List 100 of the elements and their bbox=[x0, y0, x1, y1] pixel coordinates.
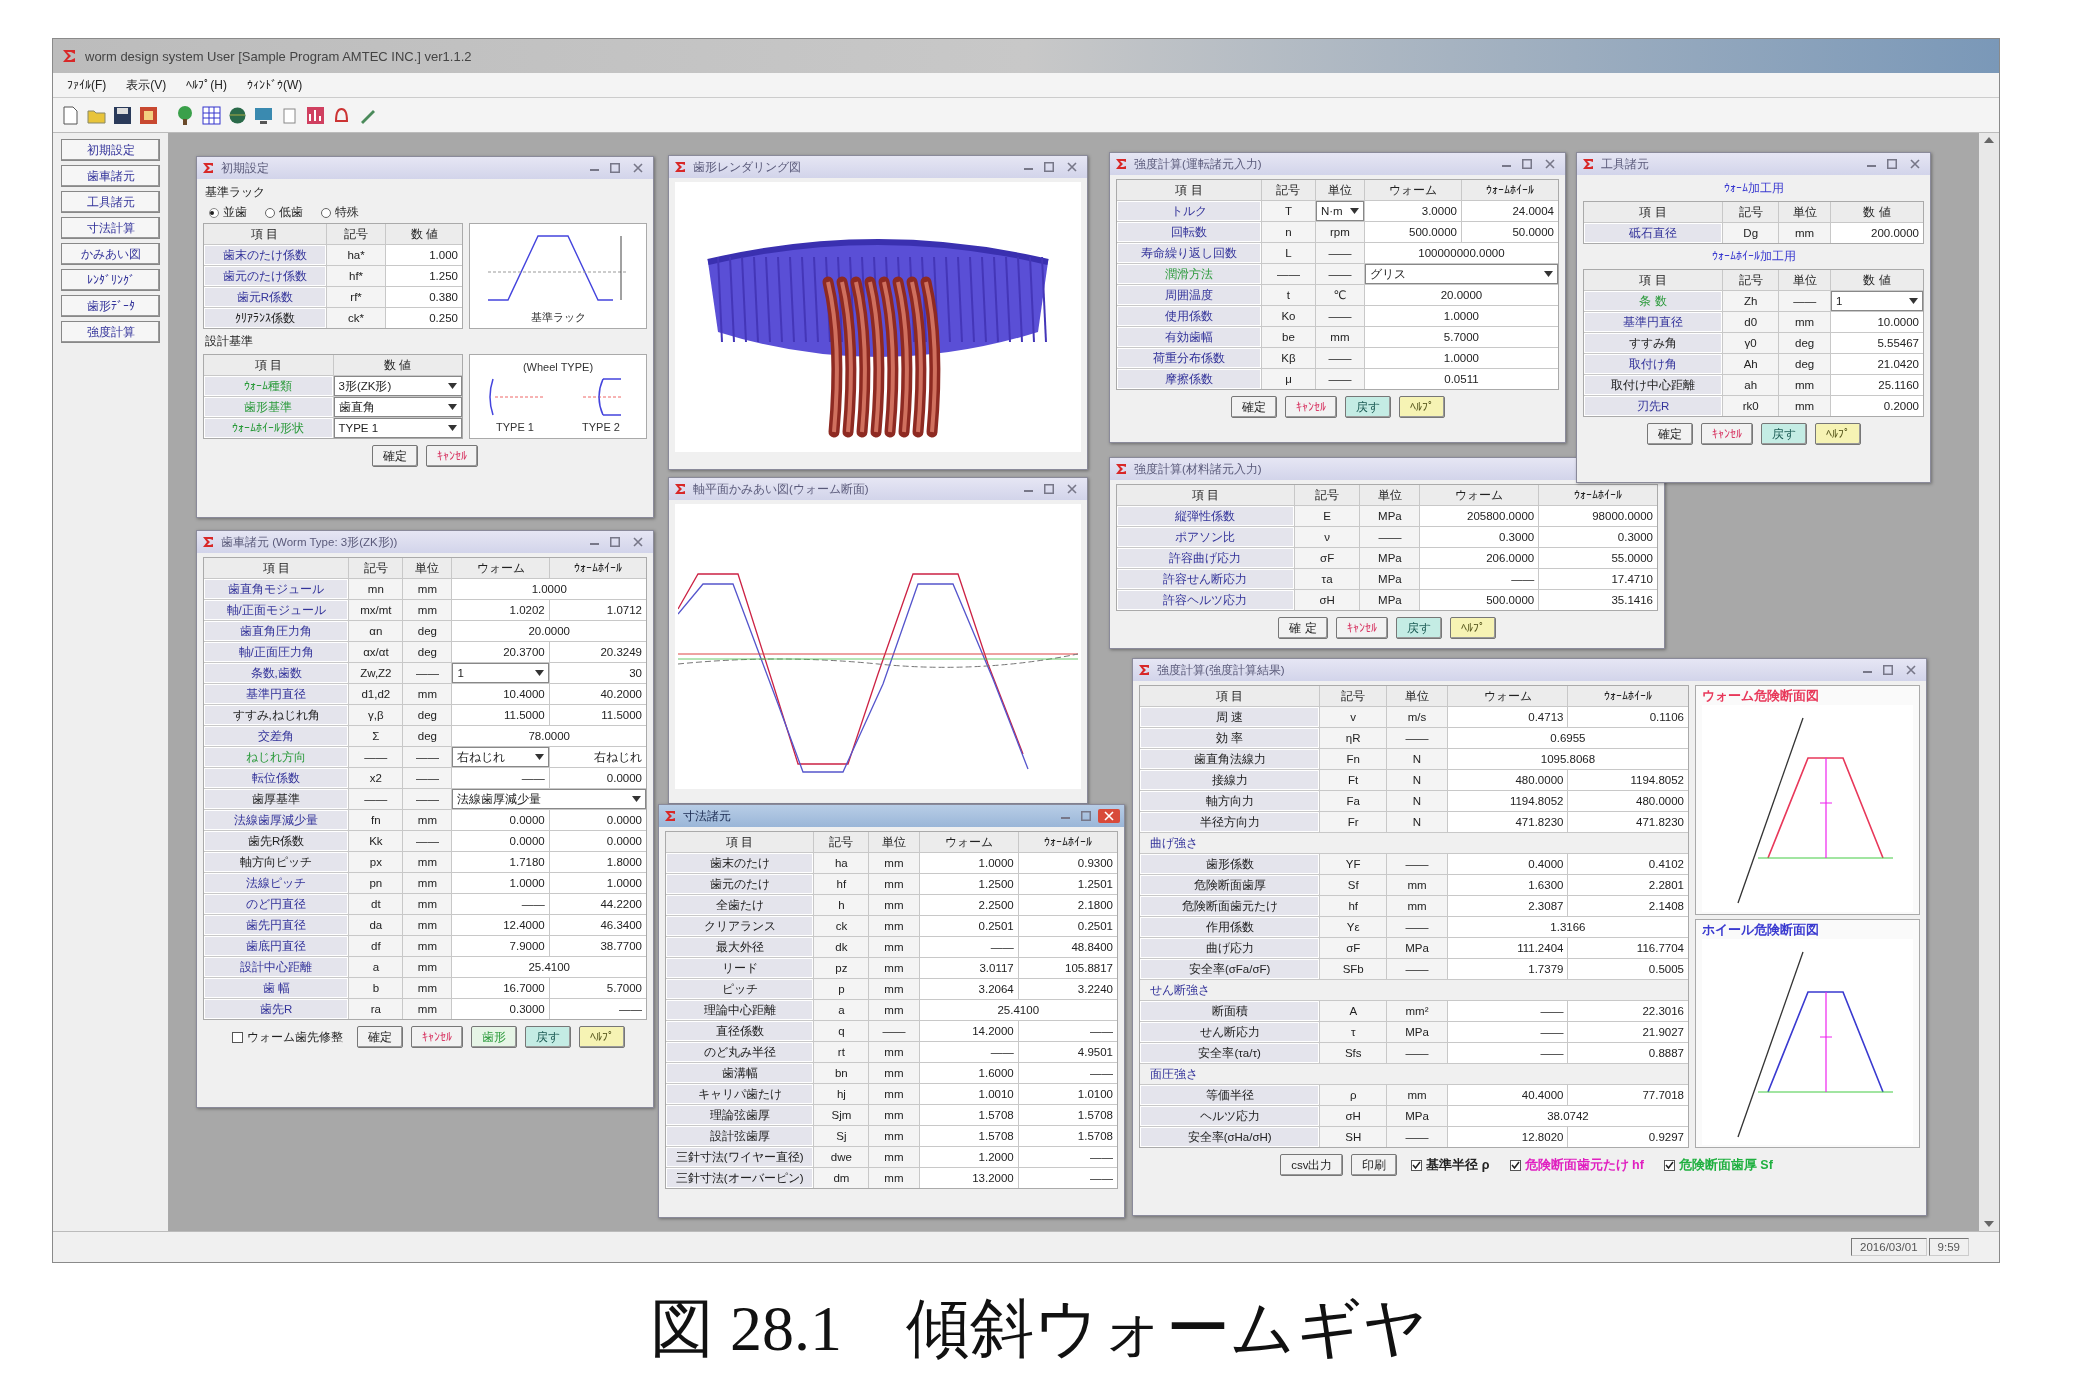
command-button[interactable]: ﾍﾙﾌﾟ bbox=[1814, 423, 1861, 445]
input-field[interactable]: 500.0000 bbox=[1364, 222, 1461, 242]
sidebar-button[interactable]: 初期設定 bbox=[61, 139, 160, 161]
input-field[interactable]: 1.0000 bbox=[452, 873, 549, 893]
command-button[interactable]: 印刷 bbox=[1351, 1154, 1398, 1176]
input-field[interactable]: —— bbox=[1420, 569, 1539, 589]
command-button[interactable]: ｷｬﾝｾﾙ bbox=[1335, 617, 1388, 639]
dropdown[interactable]: 歯直角 bbox=[333, 397, 462, 417]
command-button[interactable]: 戻す bbox=[524, 1026, 571, 1048]
dropdown[interactable]: グリス bbox=[1364, 264, 1558, 284]
dropdown[interactable]: 1 bbox=[1830, 291, 1923, 311]
command-button[interactable]: ｷｬﾝｾﾙ bbox=[1284, 396, 1337, 418]
sidebar-button[interactable]: 歯形ﾃﾞｰﾀ bbox=[61, 295, 160, 317]
input-field[interactable]: 0.380 bbox=[386, 287, 462, 307]
input-field[interactable]: 5.7000 bbox=[1364, 327, 1558, 347]
input-field[interactable]: 1.0202 bbox=[452, 600, 549, 620]
input-field[interactable]: 10.4000 bbox=[452, 684, 549, 704]
grid-icon[interactable] bbox=[200, 103, 223, 127]
input-field[interactable]: 55.0000 bbox=[1539, 548, 1657, 568]
input-field[interactable]: 0.0000 bbox=[452, 810, 549, 830]
input-field[interactable]: 98000.0000 bbox=[1539, 506, 1657, 526]
command-button[interactable]: 戻す bbox=[1395, 617, 1442, 639]
dropdown[interactable]: 3形(ZK形) bbox=[333, 376, 462, 396]
command-button[interactable]: ﾍﾙﾌﾟ bbox=[1449, 617, 1496, 639]
sidebar-button[interactable]: 強度計算 bbox=[61, 321, 160, 343]
radio-option[interactable]: 並歯 bbox=[209, 205, 247, 220]
command-button[interactable]: ﾍﾙﾌﾟ bbox=[578, 1026, 625, 1048]
command-button[interactable]: 戻す bbox=[1760, 423, 1807, 445]
input-field[interactable]: 12.4000 bbox=[452, 915, 549, 935]
input-field[interactable]: 20.0000 bbox=[452, 621, 646, 641]
input-field[interactable]: 46.3400 bbox=[549, 915, 646, 935]
command-button[interactable]: ｷｬﾝｾﾙ bbox=[426, 445, 478, 467]
command-button[interactable]: 確定 bbox=[1646, 423, 1693, 445]
command-button[interactable]: 確 定 bbox=[1278, 617, 1328, 639]
dropdown[interactable]: 法線歯厚減少量 bbox=[452, 789, 646, 809]
input-field[interactable]: 20.3249 bbox=[549, 642, 646, 662]
sidebar-button[interactable]: 寸法計算 bbox=[61, 217, 160, 239]
input-field[interactable]: 0.2000 bbox=[1830, 396, 1923, 416]
dropdown[interactable]: 右ねじれ bbox=[452, 747, 549, 767]
input-field[interactable]: 10.0000 bbox=[1830, 312, 1923, 332]
input-field[interactable]: 200.0000 bbox=[1830, 223, 1923, 243]
radio-option[interactable]: 特殊 bbox=[321, 205, 359, 220]
sidebar-button[interactable]: ﾚﾝﾀﾞﾘﾝｸﾞ bbox=[61, 269, 160, 291]
checkbox[interactable]: 基準半径 ρ bbox=[1411, 1156, 1490, 1174]
command-button[interactable]: 確定 bbox=[1230, 396, 1277, 418]
input-field[interactable]: —— bbox=[452, 894, 549, 914]
sidebar-button[interactable]: 工具諸元 bbox=[61, 191, 160, 213]
input-field[interactable]: 0.3000 bbox=[1420, 527, 1539, 547]
input-field[interactable]: 1.0712 bbox=[549, 600, 646, 620]
input-field[interactable]: 78.0000 bbox=[452, 726, 646, 746]
menu-item[interactable]: ｳｨﾝﾄﾞｳ(W) bbox=[239, 76, 311, 94]
input-field[interactable]: 0.0000 bbox=[549, 810, 646, 830]
menu-item[interactable]: 表示(V) bbox=[118, 74, 175, 96]
input-field[interactable]: 1.0000 bbox=[549, 873, 646, 893]
command-button[interactable]: ﾍﾙﾌﾟ bbox=[1398, 396, 1445, 418]
input-field[interactable]: —— bbox=[452, 768, 549, 788]
input-field[interactable]: 17.4710 bbox=[1539, 569, 1657, 589]
input-field[interactable]: —— bbox=[549, 999, 646, 1019]
menu-item[interactable]: ﾍﾙﾌﾟ(H) bbox=[178, 76, 235, 94]
checkbox[interactable]: 危険断面歯元たけ hf bbox=[1509, 1156, 1644, 1174]
input-field[interactable]: 1.000 bbox=[386, 245, 462, 265]
input-field[interactable]: 25.4100 bbox=[452, 957, 646, 977]
input-field[interactable]: 20.3700 bbox=[452, 642, 549, 662]
input-field[interactable]: 205800.0000 bbox=[1420, 506, 1539, 526]
menu-item[interactable]: ﾌｧｲﾙ(F) bbox=[59, 76, 115, 94]
input-field[interactable]: 1.250 bbox=[386, 266, 462, 286]
input-field[interactable]: 0.3000 bbox=[452, 999, 549, 1019]
input-field[interactable]: 21.0420 bbox=[1830, 354, 1923, 374]
dropdown[interactable]: TYPE 1 bbox=[333, 418, 462, 438]
input-field[interactable]: 1.0000 bbox=[1364, 306, 1558, 326]
dropdown[interactable]: N·m bbox=[1315, 201, 1364, 221]
input-field[interactable]: 0.0000 bbox=[549, 768, 646, 788]
input-field[interactable]: 5.7000 bbox=[549, 978, 646, 998]
command-button[interactable]: csv出力 bbox=[1280, 1154, 1344, 1176]
sidebar-button[interactable]: かみあい図 bbox=[61, 243, 160, 265]
input-field[interactable]: 500.0000 bbox=[1420, 590, 1539, 610]
input-field[interactable]: 30 bbox=[549, 663, 646, 683]
input-field[interactable]: 3.0000 bbox=[1364, 201, 1461, 221]
input-field[interactable]: 100000000.0000 bbox=[1364, 243, 1558, 263]
input-field[interactable]: 24.0004 bbox=[1461, 201, 1558, 221]
input-field[interactable]: 20.0000 bbox=[1364, 285, 1558, 305]
checkbox[interactable]: ウォーム歯先修整 bbox=[231, 1029, 343, 1045]
input-field[interactable]: 0.3000 bbox=[1539, 527, 1657, 547]
command-button[interactable]: 確定 bbox=[356, 1026, 403, 1048]
command-button[interactable]: ｷｬﾝｾﾙ bbox=[410, 1026, 463, 1048]
input-field[interactable]: 1.0000 bbox=[452, 579, 646, 599]
sidebar-button[interactable]: 歯車諸元 bbox=[61, 165, 160, 187]
input-field[interactable]: 16.7000 bbox=[452, 978, 549, 998]
input-field[interactable]: 206.0000 bbox=[1420, 548, 1539, 568]
dropdown[interactable]: 1 bbox=[452, 663, 549, 683]
command-button[interactable]: ｷｬﾝｾﾙ bbox=[1700, 423, 1753, 445]
input-field[interactable]: 40.2000 bbox=[549, 684, 646, 704]
input-field[interactable]: 35.1416 bbox=[1539, 590, 1657, 610]
command-button[interactable]: 確定 bbox=[372, 445, 418, 467]
command-button[interactable]: 戻す bbox=[1344, 396, 1391, 418]
input-field[interactable]: 44.2200 bbox=[549, 894, 646, 914]
radio-option[interactable]: 低歯 bbox=[265, 205, 303, 220]
input-field[interactable]: 50.0000 bbox=[1461, 222, 1558, 242]
input-field[interactable]: 7.9000 bbox=[452, 936, 549, 956]
input-field[interactable]: 38.7700 bbox=[549, 936, 646, 956]
